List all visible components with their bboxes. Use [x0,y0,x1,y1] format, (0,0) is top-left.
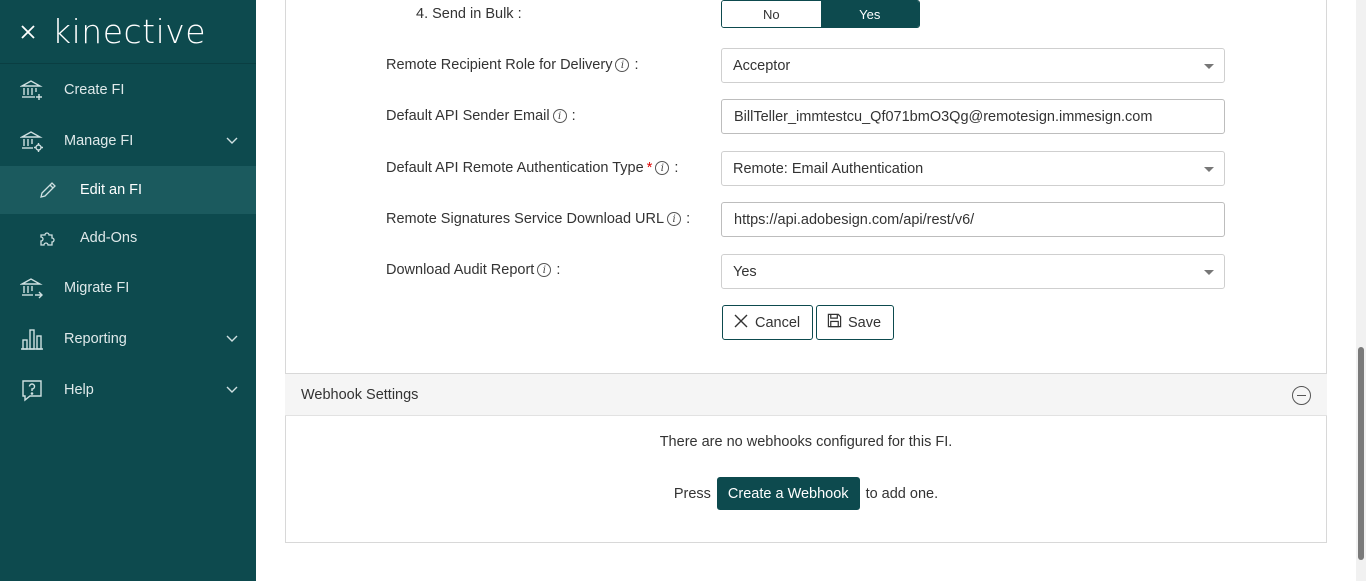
label-colon: : [571,108,576,124]
cancel-button-label: Cancel [755,314,801,331]
webhook-settings-title: Webhook Settings [301,386,419,403]
auth-type-label: Default API Remote Authentication Type *… [386,158,678,178]
main-content: 4. Send in Bulk : No Yes Remote Recipien… [256,0,1366,581]
sender-email-input[interactable]: BillTeller_immtestcu_Qf071bmO3Qg@remotes… [721,99,1225,134]
cancel-button[interactable]: Cancel [722,305,814,340]
sidebar-item-edit-fi[interactable]: Edit an FI [0,166,256,214]
sidebar-item-help[interactable]: Help [0,364,256,415]
help-bubble-icon [0,378,64,402]
send-bulk-toggle: No Yes [721,0,920,28]
download-url-label: Remote Signatures Service Download URL i… [386,209,690,229]
recipient-role-label-text: Remote Recipient Role for Delivery [386,57,613,73]
sidebar-item-label: Reporting [64,330,127,347]
chevron-down-icon [226,133,238,149]
sidebar-item-add-ons[interactable]: Add-Ons [0,214,256,262]
sender-email-value: BillTeller_immtestcu_Qf071bmO3Qg@remotes… [734,108,1153,125]
info-icon[interactable]: i [615,58,630,72]
sidebar: kinective Create FI Manage FI Edit an FI… [0,0,256,581]
press-text: Press [673,485,711,502]
caret-down-icon [1204,64,1214,69]
info-icon[interactable]: i [667,212,682,226]
sidebar-item-label: Edit an FI [80,182,143,198]
floppy-disk-icon [827,313,842,332]
auth-type-value: Remote: Email Authentication [733,160,924,177]
caret-down-icon [1204,270,1214,275]
recipient-role-label: Remote Recipient Role for Delivery i : [386,55,638,75]
audit-report-value: Yes [733,263,757,280]
auth-type-label-text: Default API Remote Authentication Type [386,160,644,176]
send-bulk-no-option[interactable]: No [722,1,821,27]
close-icon[interactable] [0,0,56,64]
sidebar-item-label: Create FI [64,81,125,98]
sender-email-label: Default API Sender Email i : [386,106,576,126]
pencil-icon [0,180,80,200]
info-icon[interactable]: i [655,161,670,175]
info-icon[interactable]: i [537,263,552,277]
sidebar-item-label: Migrate FI [64,279,130,296]
info-icon[interactable]: i [552,109,567,123]
auth-type-select[interactable]: Remote: Email Authentication [721,151,1225,186]
webhook-settings-header[interactable]: Webhook Settings [285,373,1327,416]
save-button-label: Save [848,314,882,331]
label-colon: : [634,57,639,73]
scrollbar[interactable] [1356,0,1366,581]
send-bulk-label: 4. Send in Bulk : [416,6,522,22]
bank-arrow-icon [0,276,64,300]
label-colon: : [556,262,561,278]
create-webhook-button[interactable]: Create a Webhook [716,477,860,510]
sidebar-item-reporting[interactable]: Reporting [0,313,256,364]
sidebar-item-label: Add-Ons [80,230,138,246]
sidebar-item-label: Manage FI [64,132,134,149]
sender-email-label-text: Default API Sender Email [386,108,550,124]
save-button[interactable]: Save [816,305,895,340]
chevron-down-icon [226,382,238,398]
create-webhook-line: Press Create a Webhook to add one. [285,477,1327,510]
bank-plus-icon [0,78,64,102]
chevron-down-icon [226,331,238,347]
label-colon: : [686,211,691,227]
no-webhooks-message: There are no webhooks configured for thi… [659,434,953,450]
caret-down-icon [1204,167,1214,172]
sidebar-item-label: Help [64,381,94,398]
download-url-value: https://api.adobesign.com/api/rest/v6/ [734,211,975,228]
logo[interactable]: kinective [52,12,206,51]
label-colon: : [674,160,679,176]
download-url-input[interactable]: https://api.adobesign.com/api/rest/v6/ [721,202,1225,237]
recipient-role-value: Acceptor [733,57,791,74]
recipient-role-select[interactable]: Acceptor [721,48,1225,83]
download-url-label-text: Remote Signatures Service Download URL [386,211,665,227]
collapse-minus-icon[interactable] [1292,386,1311,405]
audit-report-label: Download Audit Report i : [386,260,560,280]
sidebar-item-manage-fi[interactable]: Manage FI [0,115,256,166]
scrollbar-thumb[interactable] [1358,347,1364,560]
sidebar-item-migrate-fi[interactable]: Migrate FI [0,262,256,313]
bar-chart-icon [0,327,64,351]
send-bulk-yes-option[interactable]: Yes [820,1,919,27]
audit-report-select[interactable]: Yes [721,254,1225,289]
close-icon [733,313,749,333]
sidebar-item-create-fi[interactable]: Create FI [0,64,256,115]
brand-bar: kinective [0,0,256,64]
to-add-text: to add one. [865,485,939,502]
puzzle-icon [0,228,80,248]
required-marker: * [646,160,653,176]
audit-report-label-text: Download Audit Report [386,262,535,278]
bank-gear-icon [0,129,64,153]
